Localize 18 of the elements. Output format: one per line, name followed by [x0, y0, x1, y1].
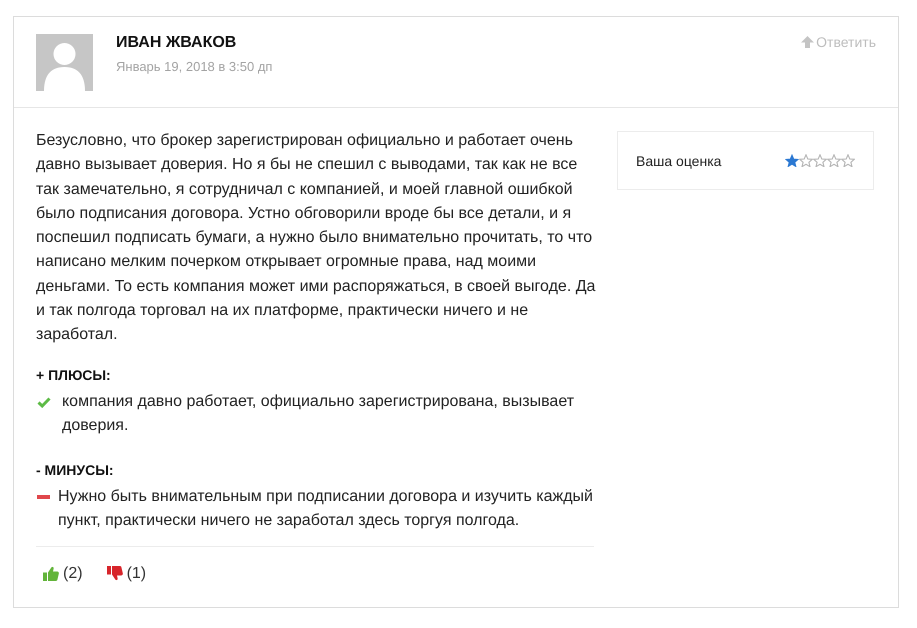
avatar-icon [36, 34, 93, 91]
filled-star-icon[interactable] [785, 154, 799, 167]
arrow-up-icon [801, 36, 814, 48]
pros-heading: + ПЛЮСЫ: [36, 366, 112, 385]
dislike-button[interactable]: (1) [106, 564, 146, 584]
con-text: Нужно быть внимательным при подписании договора и изучить каждый пункт, практически ничего не заработал здесь торгуя полгода. [58, 486, 594, 532]
comment-text: Безусловно, что брокер зарегистрирован официально и работает очень давно вызывает доверия. Но я бы не спешил с выводами, так как не все так замечательно, я сотрудничал с компанией, и моей главной ошибкой было подписания договора. Устно обговорили вроде бы все детали, и я поспешил подписать бумаги, а нужно было внимательно прочитать, то что написано мелким почерком открывает огромные права, над моими деньгами. То есть компания может ими распоряжаться, в своей выгоде. Да и так полгода торговал на их платформе, практически ничего и не заработал. [36, 131, 596, 346]
minus-icon [37, 494, 50, 499]
author-name: ИВАН ЖВАКОВ [116, 33, 238, 53]
star-rating[interactable] [785, 154, 855, 167]
comment-date: Январь 19, 2018 в 3:50 дп [116, 59, 274, 75]
pro-text: компания давно работает, официально зарегистрирована, вызывает доверия. [62, 392, 576, 436]
thumbs-up-icon [43, 566, 59, 582]
rating-label: Ваша оценка [636, 152, 722, 168]
like-button[interactable]: (2) [43, 564, 83, 584]
check-icon [37, 396, 51, 408]
thumbs-down-icon [106, 566, 123, 582]
cons-heading: - МИНУСЫ: [36, 460, 115, 480]
